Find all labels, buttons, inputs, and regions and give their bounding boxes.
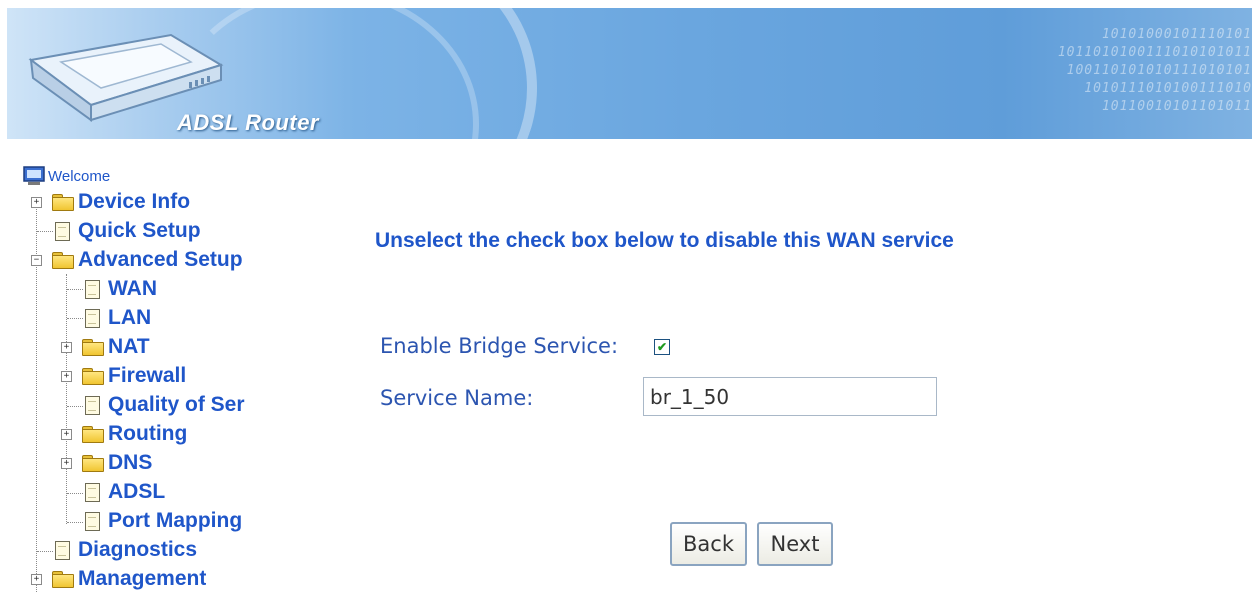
next-button[interactable]: Next — [757, 522, 833, 566]
nav-item-label[interactable]: LAN — [108, 306, 151, 330]
nav-item-label[interactable]: Quality of Ser — [108, 393, 245, 417]
folder-icon — [82, 339, 104, 356]
nav-item-label[interactable]: WAN — [108, 277, 157, 301]
document-icon — [85, 482, 101, 502]
plus-icon[interactable]: + — [31, 574, 42, 585]
nav-quick-setup[interactable]: Quick Setup — [52, 217, 201, 245]
document-icon — [85, 308, 101, 328]
nav-wan[interactable]: WAN — [82, 275, 157, 303]
document-icon — [85, 395, 101, 415]
plus-icon[interactable]: + — [61, 342, 72, 353]
nav-nat[interactable]: NAT — [82, 333, 150, 361]
tree-connector — [67, 522, 83, 523]
tree-connector — [67, 406, 83, 407]
nav-item-label[interactable]: Device Info — [78, 190, 190, 214]
sidebar-tree: Welcome + Device Info Quick Setup − Adva… — [0, 160, 300, 614]
folder-icon — [82, 368, 104, 385]
nav-item-label[interactable]: Routing — [108, 422, 187, 446]
service-name-label: Service Name: — [380, 386, 534, 410]
nav-item-label[interactable]: Port Mapping — [108, 509, 242, 533]
document-icon — [55, 221, 71, 241]
minus-icon[interactable]: − — [31, 255, 42, 266]
nav-item-label[interactable]: DNS — [108, 451, 152, 475]
banner-binary-pattern: 10101000101110101 1011010100111010101011 1… — [1057, 27, 1252, 114]
tree-connector — [66, 274, 67, 524]
tree-connector — [37, 231, 53, 232]
enable-bridge-checkbox[interactable]: ✔ — [654, 339, 670, 355]
checkmark-icon: ✔ — [656, 340, 668, 354]
folder-open-icon — [52, 252, 74, 269]
computer-icon — [23, 166, 45, 185]
nav-diagnostics[interactable]: Diagnostics — [52, 536, 197, 564]
nav-lan[interactable]: LAN — [82, 304, 151, 332]
service-name-input[interactable] — [643, 377, 937, 416]
nav-item-label[interactable]: Advanced Setup — [78, 248, 243, 272]
nav-adsl[interactable]: ADSL — [82, 478, 165, 506]
document-icon — [85, 279, 101, 299]
nav-welcome-label[interactable]: Welcome — [48, 168, 110, 185]
plus-icon[interactable]: + — [61, 458, 72, 469]
nav-advanced-setup[interactable]: Advanced Setup — [52, 246, 243, 274]
nav-management[interactable]: Management — [52, 565, 206, 593]
plus-icon[interactable]: + — [61, 371, 72, 382]
document-icon — [85, 511, 101, 531]
nav-port-mapping[interactable]: Port Mapping — [82, 507, 242, 535]
tree-connector — [67, 493, 83, 494]
plus-icon[interactable]: + — [61, 429, 72, 440]
back-button[interactable]: Back — [670, 522, 747, 566]
nav-routing[interactable]: Routing — [82, 420, 187, 448]
brand-title: ADSL Router — [177, 110, 319, 135]
enable-bridge-label: Enable Bridge Service: — [380, 334, 619, 358]
folder-icon — [52, 571, 74, 588]
nav-item-label[interactable]: ADSL — [108, 480, 165, 504]
folder-icon — [52, 194, 74, 211]
folder-icon — [82, 455, 104, 472]
nav-item-label[interactable]: Firewall — [108, 364, 186, 388]
document-icon — [55, 540, 71, 560]
nav-firewall[interactable]: Firewall — [82, 362, 186, 390]
plus-icon[interactable]: + — [31, 197, 42, 208]
nav-quality-of-service[interactable]: Quality of Ser — [82, 391, 284, 419]
nav-item-label[interactable]: Quick Setup — [78, 219, 201, 243]
folder-icon — [82, 426, 104, 443]
nav-dns[interactable]: DNS — [82, 449, 152, 477]
tree-connector — [67, 318, 83, 319]
nav-item-label[interactable]: Management — [78, 567, 206, 591]
page-heading: Unselect the check box below to disable … — [375, 229, 954, 252]
tree-connector — [67, 289, 83, 290]
nav-item-label[interactable]: Diagnostics — [78, 538, 197, 562]
tree-connector — [37, 551, 53, 552]
nav-welcome[interactable]: Welcome — [22, 162, 110, 190]
nav-device-info[interactable]: Device Info — [52, 188, 190, 216]
nav-item-label[interactable]: NAT — [108, 335, 150, 359]
header-banner: 10101000101110101 1011010100111010101011 1… — [7, 8, 1252, 139]
